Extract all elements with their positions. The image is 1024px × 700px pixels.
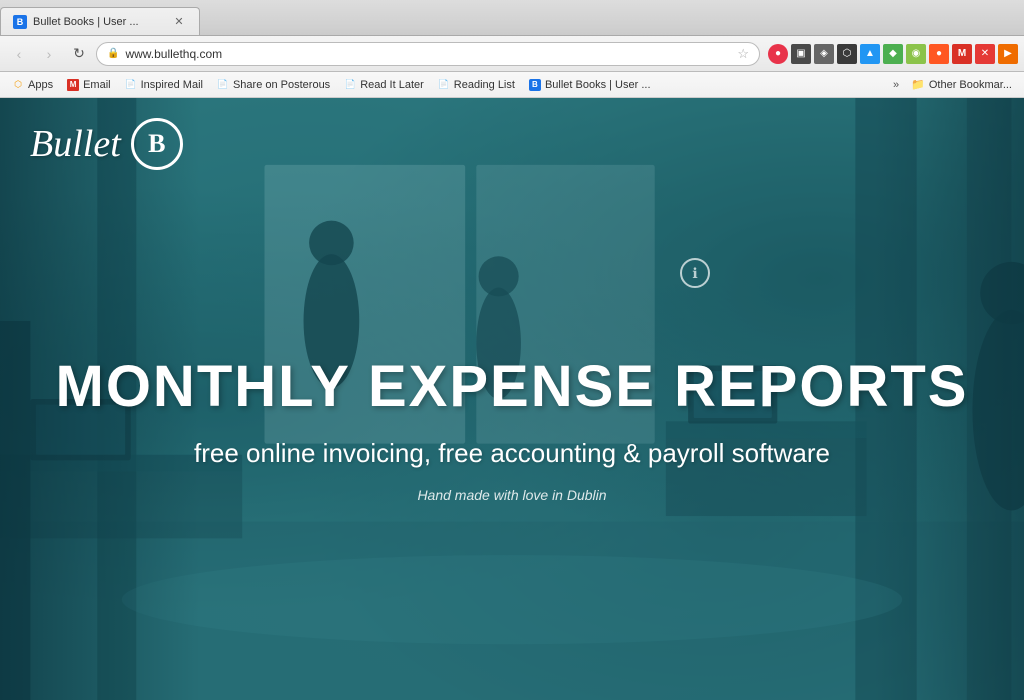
reading-list-favicon: 📄 xyxy=(438,79,450,91)
ext-icon-1[interactable]: ● xyxy=(768,44,788,64)
page-content: Bullet B ℹ MONTHLY EXPENSE REPORTS free … xyxy=(0,98,1024,700)
bookmark-apps-label: Apps xyxy=(28,79,53,91)
inspired-mail-favicon: 📄 xyxy=(125,79,137,91)
other-bookmarks-label: Other Bookmar... xyxy=(929,79,1012,91)
hero-subtitle: free online invoicing, free accounting &… xyxy=(56,438,969,469)
logo-circle: B xyxy=(131,118,183,170)
ext-icon-2[interactable]: ▣ xyxy=(791,44,811,64)
bookmark-email-label: Email xyxy=(83,79,111,91)
active-tab[interactable]: B Bullet Books | User ... ✕ xyxy=(0,7,200,35)
ext-icon-7[interactable]: ◉ xyxy=(906,44,926,64)
share-favicon: 📄 xyxy=(217,79,229,91)
bookmarks-bar: ⬡ Apps M Email 📄 Inspired Mail 📄 Share o… xyxy=(0,72,1024,98)
tab-favicon: B xyxy=(13,15,27,29)
bookmark-email[interactable]: M Email xyxy=(61,77,117,93)
url-text: www.bullethq.com xyxy=(125,47,731,61)
ext-icon-10[interactable]: ✕ xyxy=(975,44,995,64)
ext-icon-5[interactable]: ▲ xyxy=(860,44,880,64)
ext-icon-8[interactable]: ● xyxy=(929,44,949,64)
bookmark-share-label: Share on Posterous xyxy=(233,79,330,91)
bookmark-read-later-label: Read It Later xyxy=(360,79,424,91)
ext-icon-3[interactable]: ◈ xyxy=(814,44,834,64)
hero-content: MONTHLY EXPENSE REPORTS free online invo… xyxy=(56,355,969,504)
hero-section: Bullet B ℹ MONTHLY EXPENSE REPORTS free … xyxy=(0,98,1024,700)
bookmark-bullet-books[interactable]: B Bullet Books | User ... xyxy=(523,77,657,93)
bookmark-reading-list[interactable]: 📄 Reading List xyxy=(432,77,521,93)
bookmark-inspired-mail[interactable]: 📄 Inspired Mail xyxy=(119,77,209,93)
logo: Bullet B xyxy=(30,118,183,170)
email-favicon: M xyxy=(67,79,79,91)
tab-bar: B Bullet Books | User ... ✕ xyxy=(0,0,1024,36)
hero-tagline: Hand made with love in Dublin xyxy=(56,487,969,503)
folder-icon: 📁 xyxy=(911,78,925,91)
bookmark-read-it-later[interactable]: 📄 Read It Later xyxy=(338,77,430,93)
back-button[interactable]: ‹ xyxy=(6,41,32,67)
hero-title: MONTHLY EXPENSE REPORTS xyxy=(56,355,969,419)
browser-frame: B Bullet Books | User ... ✕ ‹ › ↻ 🔒 www.… xyxy=(0,0,1024,700)
ext-icon-9[interactable]: M xyxy=(952,44,972,64)
lock-icon: 🔒 xyxy=(107,48,119,59)
bookmark-share-posterous[interactable]: 📄 Share on Posterous xyxy=(211,77,336,93)
bullet-books-favicon: B xyxy=(529,79,541,91)
logo-text: Bullet xyxy=(30,122,121,166)
more-bookmarks-button[interactable]: » xyxy=(889,77,903,93)
bookmark-apps[interactable]: ⬡ Apps xyxy=(6,77,59,93)
other-bookmarks[interactable]: 📁 Other Bookmar... xyxy=(905,76,1018,93)
ext-icon-4[interactable]: ⬡ xyxy=(837,44,857,64)
bookmark-bullet-label: Bullet Books | User ... xyxy=(545,79,651,91)
ext-icon-6[interactable]: ◆ xyxy=(883,44,903,64)
tab-close-button[interactable]: ✕ xyxy=(171,14,187,30)
read-later-favicon: 📄 xyxy=(344,79,356,91)
apps-favicon: ⬡ xyxy=(12,79,24,91)
ext-icon-11[interactable]: ▶ xyxy=(998,44,1018,64)
bookmark-inspired-mail-label: Inspired Mail xyxy=(141,79,203,91)
info-icon[interactable]: ℹ xyxy=(680,258,710,288)
navigation-bar: ‹ › ↻ 🔒 www.bullethq.com ☆ ● ▣ ◈ ⬡ ▲ xyxy=(0,36,1024,72)
refresh-button[interactable]: ↻ xyxy=(66,41,92,67)
bookmark-star-icon[interactable]: ☆ xyxy=(737,46,749,62)
bookmark-reading-list-label: Reading List xyxy=(454,79,515,91)
extension-icons: ● ▣ ◈ ⬡ ▲ ◆ ◉ ● M xyxy=(768,44,1018,64)
tab-title: Bullet Books | User ... xyxy=(33,16,139,28)
address-bar[interactable]: 🔒 www.bullethq.com ☆ xyxy=(96,42,760,66)
forward-button[interactable]: › xyxy=(36,41,62,67)
